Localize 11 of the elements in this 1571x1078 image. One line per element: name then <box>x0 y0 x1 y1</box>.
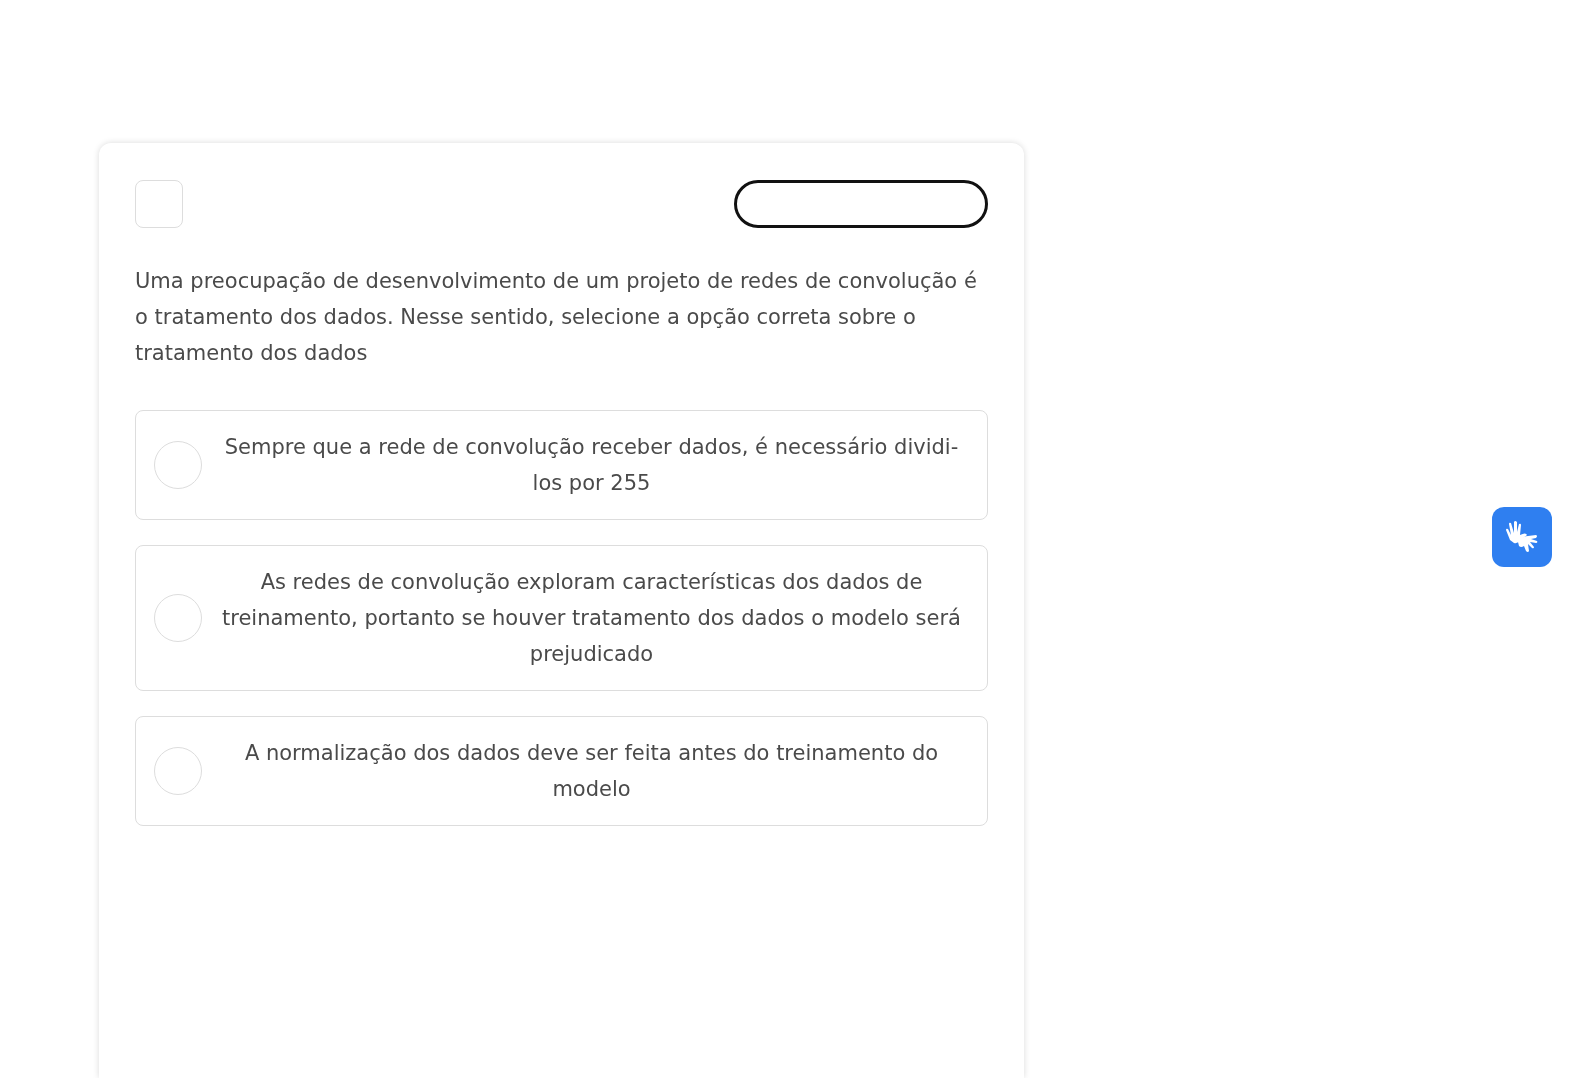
answer-option[interactable]: As redes de convolução exploram características dos dados de treinamento, portanto se houver tratamento dos dados o modelo será prejudicado <box>135 545 988 691</box>
checkbox[interactable] <box>135 180 183 228</box>
sign-language-button[interactable] <box>1492 507 1552 567</box>
question-text: Uma preocupação de desenvolvimento de um projeto de redes de convolução é o tratamento dos dados. Nesse sentido, selecione a opção correta sobre o tratamento dos dados <box>135 268 978 367</box>
hands-icon <box>1504 520 1540 554</box>
answer-option[interactable]: Sempre que a rede de convolução receber dados, é necessário dividi-los por 255 <box>135 410 988 520</box>
option-text: A normalização dos dados deve ser feita antes do treinamento do modelo <box>243 740 940 803</box>
option-text: As redes de convolução exploram características dos dados de treinamento, portanto se houver tratamento dos dados o modelo será prejudicado <box>221 569 962 668</box>
option-text: Sempre que a rede de convolução receber dados, é necessário dividi-los por 255 <box>223 434 960 497</box>
answer-option[interactable]: A normalização dos dados deve ser feita antes do treinamento do modelo <box>135 716 988 826</box>
outline-button[interactable] <box>734 180 988 228</box>
